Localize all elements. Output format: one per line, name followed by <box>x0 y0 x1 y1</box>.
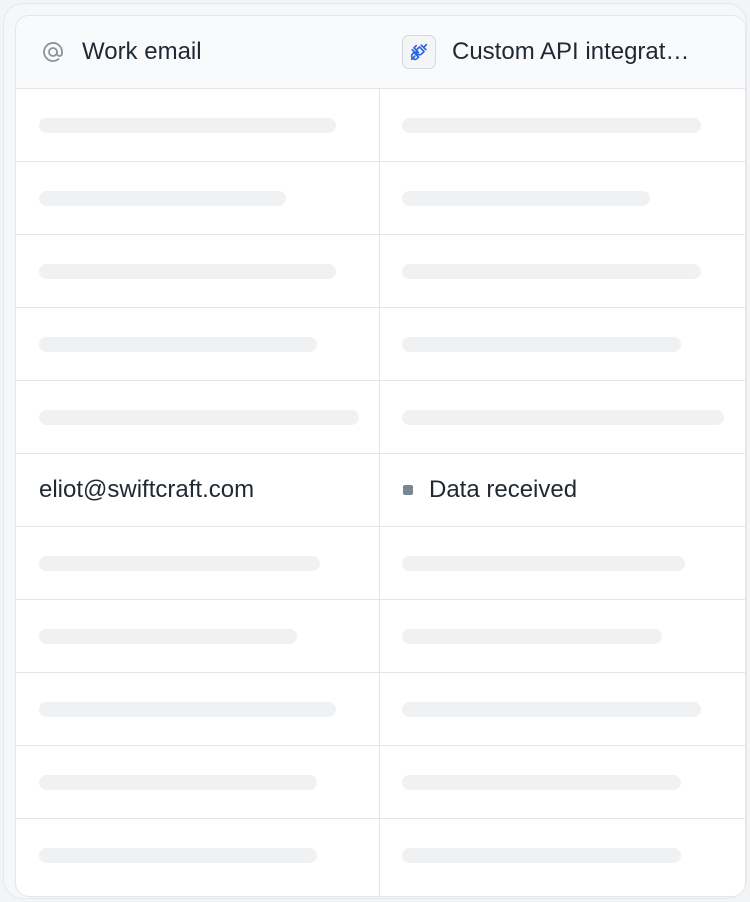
column-header-label: Work email <box>82 38 202 65</box>
cell-custom-api[interactable] <box>380 235 745 307</box>
loading-skeleton <box>39 117 336 133</box>
table-row[interactable] <box>16 746 745 819</box>
cell-work-email[interactable] <box>16 600 379 672</box>
status-dot-icon <box>403 485 413 495</box>
loading-skeleton <box>402 628 662 644</box>
table-row[interactable] <box>16 162 745 235</box>
cell-custom-api[interactable] <box>380 673 745 745</box>
loading-skeleton <box>39 409 359 425</box>
cell-work-email[interactable] <box>16 235 379 307</box>
table-row[interactable] <box>16 819 745 892</box>
cell-work-email[interactable] <box>16 746 379 818</box>
cell-work-email[interactable] <box>16 89 379 161</box>
table-row[interactable] <box>16 308 745 381</box>
column-header-work-email[interactable]: Work email <box>16 16 379 88</box>
cell-work-email[interactable] <box>16 527 379 599</box>
loading-skeleton <box>402 701 701 717</box>
cell-custom-api[interactable] <box>380 746 745 818</box>
cell-custom-api[interactable] <box>380 381 745 453</box>
loading-skeleton <box>402 409 724 425</box>
loading-skeleton <box>39 263 336 279</box>
table-row[interactable] <box>16 89 745 162</box>
loading-skeleton <box>39 190 286 206</box>
loading-skeleton <box>402 555 685 571</box>
loading-skeleton <box>402 774 681 790</box>
cell-work-email[interactable] <box>16 673 379 745</box>
table-row[interactable] <box>16 381 745 454</box>
table-card: Work email Custom API integrat… eliot@sw… <box>3 3 747 899</box>
column-header-custom-api[interactable]: Custom API integrat… <box>380 16 745 88</box>
loading-skeleton <box>402 847 681 863</box>
data-table: Work email Custom API integrat… eliot@sw… <box>15 15 746 897</box>
loading-skeleton <box>39 774 317 790</box>
loading-skeleton <box>402 336 681 352</box>
cell-custom-api[interactable] <box>380 89 745 161</box>
cell-custom-api[interactable] <box>380 600 745 672</box>
loading-skeleton <box>402 263 701 279</box>
loading-skeleton <box>39 555 320 571</box>
cell-work-email[interactable] <box>16 381 379 453</box>
plug-icon <box>402 35 436 69</box>
loading-skeleton <box>402 190 650 206</box>
email-value: eliot@swiftcraft.com <box>39 476 255 503</box>
loading-skeleton <box>39 847 317 863</box>
cell-work-email[interactable] <box>16 162 379 234</box>
cell-custom-api[interactable] <box>380 162 745 234</box>
at-icon <box>40 39 66 65</box>
cell-work-email[interactable]: eliot@swiftcraft.com <box>16 454 379 526</box>
column-header-label: Custom API integrat… <box>452 38 690 65</box>
cell-work-email[interactable] <box>16 308 379 380</box>
table-row[interactable] <box>16 527 745 600</box>
status-label: Data received <box>429 476 578 503</box>
table-row[interactable] <box>16 673 745 746</box>
cell-custom-api[interactable]: Data received <box>380 454 745 526</box>
loading-skeleton <box>39 628 297 644</box>
table-row[interactable] <box>16 600 745 673</box>
loading-skeleton <box>402 117 701 133</box>
cell-custom-api[interactable] <box>380 527 745 599</box>
loading-skeleton <box>39 701 336 717</box>
loading-skeleton <box>39 336 317 352</box>
cell-custom-api[interactable] <box>380 308 745 380</box>
table-row[interactable]: eliot@swiftcraft.com Data received <box>16 454 745 527</box>
table-row[interactable] <box>16 235 745 308</box>
cell-custom-api[interactable] <box>380 819 745 891</box>
cell-work-email[interactable] <box>16 819 379 891</box>
table-header: Work email Custom API integrat… <box>16 16 745 89</box>
